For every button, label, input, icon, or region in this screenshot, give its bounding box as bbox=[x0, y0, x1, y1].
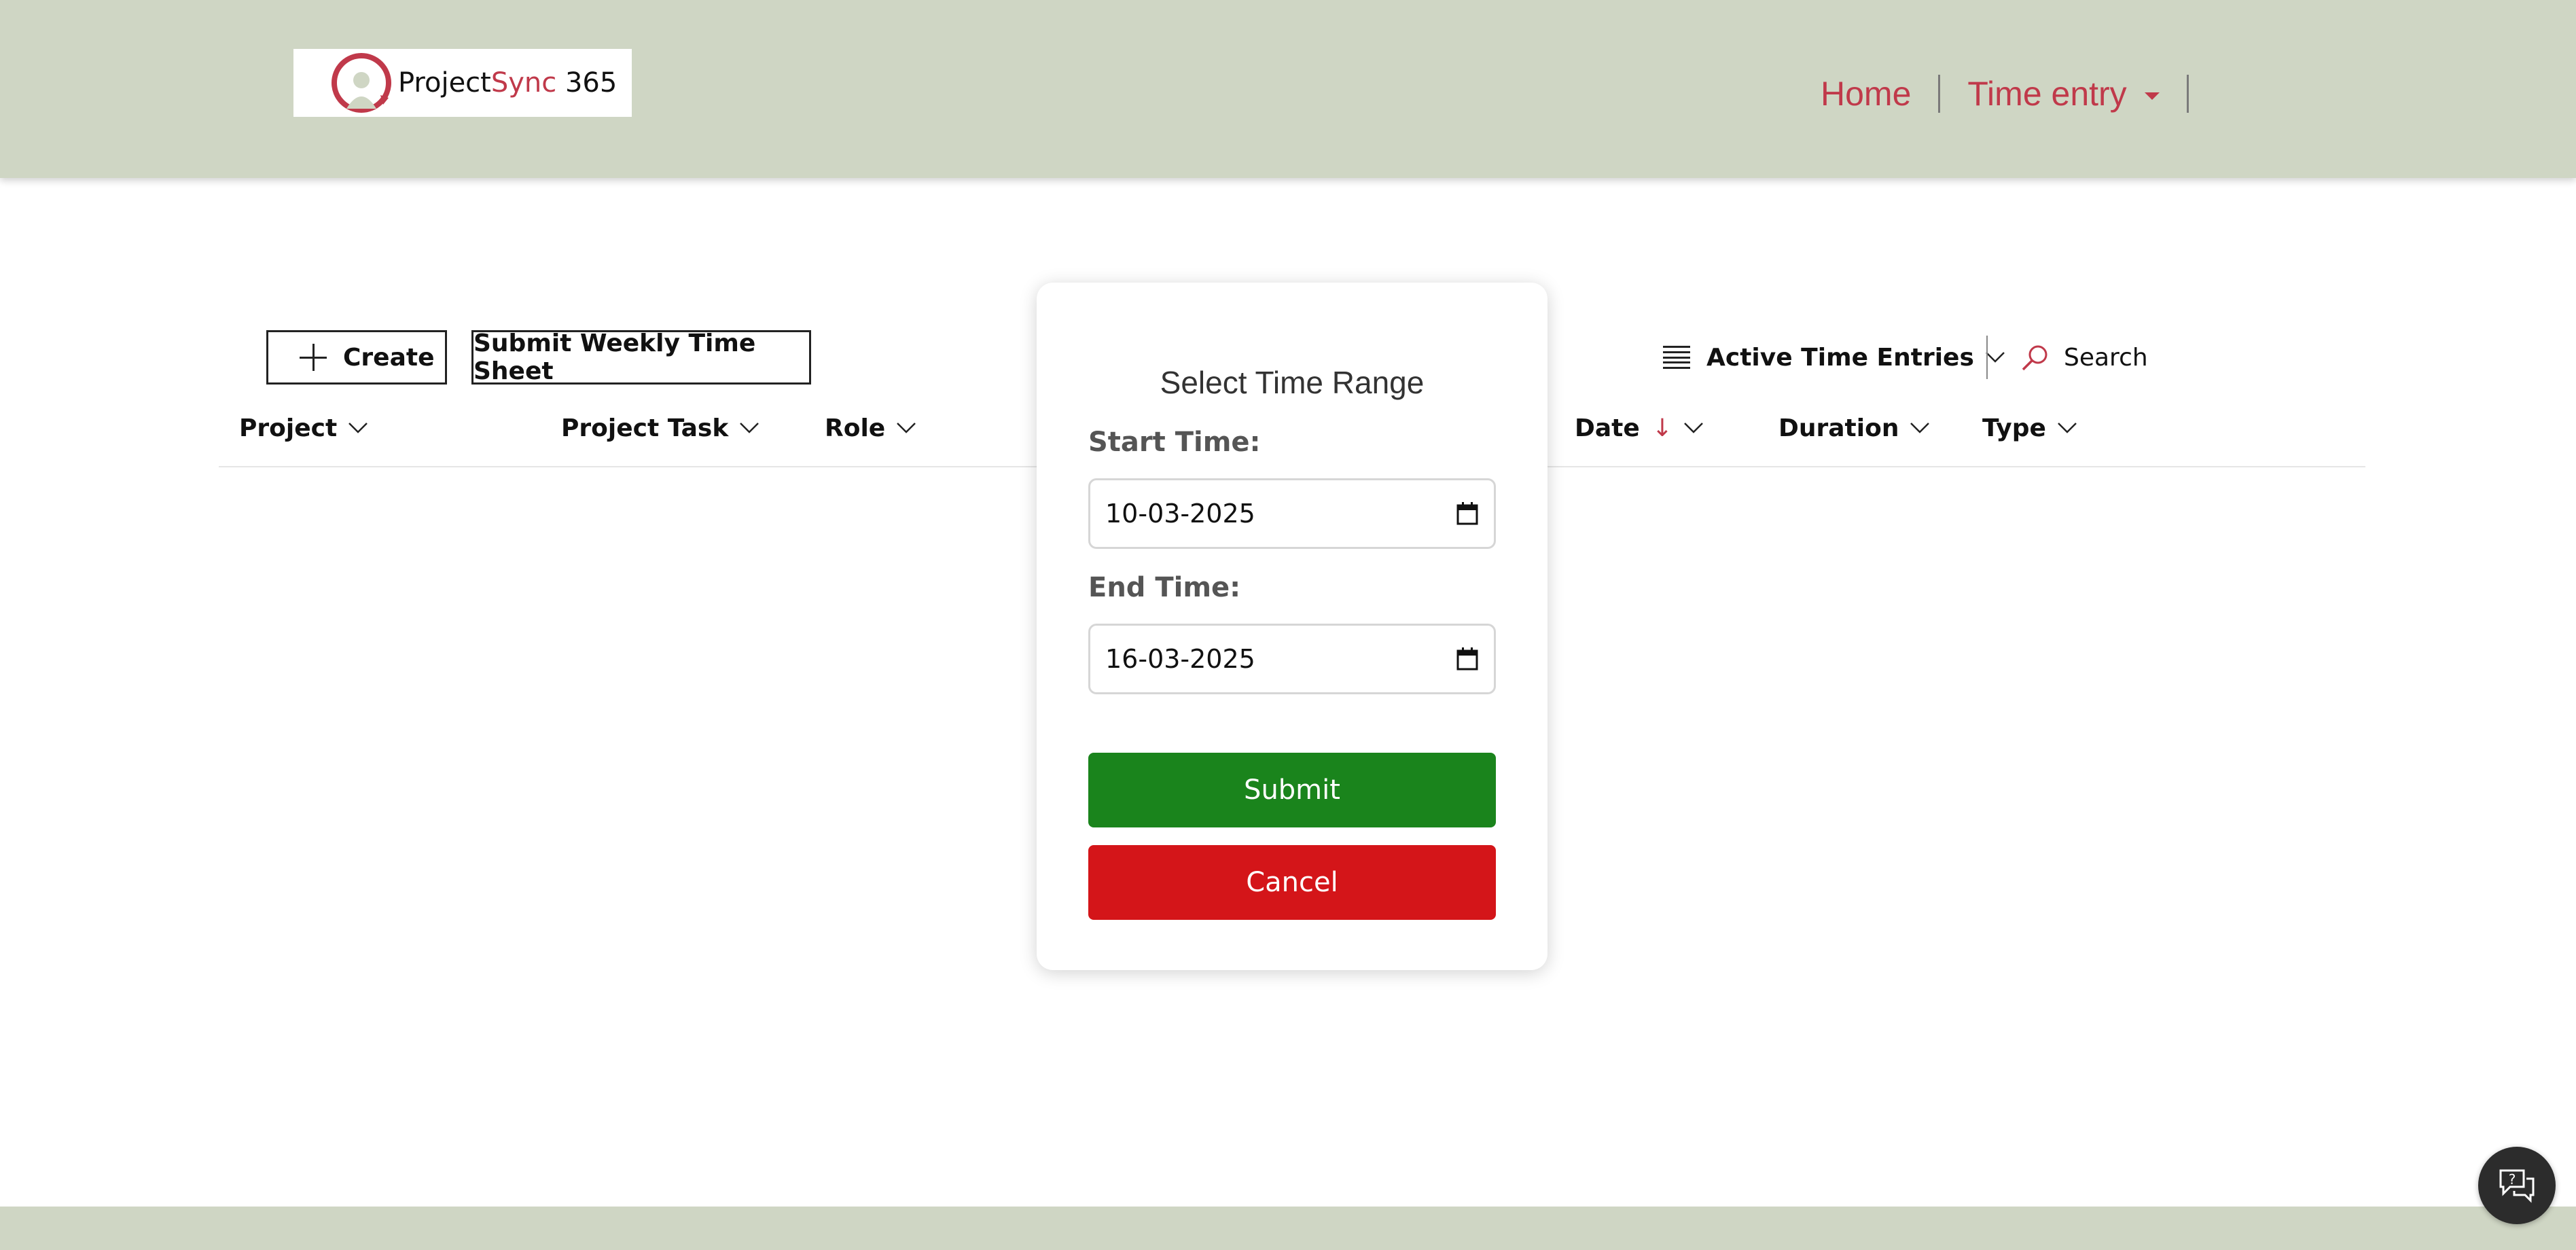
column-header-label: Project Task bbox=[561, 414, 729, 442]
column-header-date[interactable]: Date ↓ bbox=[1575, 408, 1704, 448]
column-header-duration[interactable]: Duration bbox=[1778, 408, 1930, 448]
column-header-type[interactable]: Type bbox=[1982, 408, 2077, 448]
submit-button[interactable]: Submit bbox=[1088, 753, 1496, 827]
brand-logo[interactable]: ProjectSync 365 bbox=[293, 49, 632, 117]
chevron-down-icon bbox=[2058, 423, 2077, 433]
stopwatch-user-icon bbox=[327, 49, 395, 117]
chevron-down-icon bbox=[348, 423, 368, 433]
column-header-label: Duration bbox=[1778, 414, 1899, 442]
view-selector[interactable]: Active Time Entries bbox=[1663, 337, 2005, 378]
submit-weekly-timesheet-button[interactable]: Submit Weekly Time Sheet bbox=[471, 329, 811, 385]
end-date-value: 16-03-2025 bbox=[1105, 644, 1255, 674]
main-nav: Home Time entry bbox=[1793, 68, 2189, 120]
column-header-project-task[interactable]: Project Task bbox=[561, 408, 759, 448]
svg-text:?: ? bbox=[2509, 1171, 2516, 1188]
nav-divider bbox=[2186, 75, 2189, 113]
end-date-input[interactable]: 16-03-2025 bbox=[1088, 624, 1496, 694]
help-chat-icon: ? bbox=[2499, 1169, 2535, 1203]
cancel-button[interactable]: Cancel bbox=[1088, 845, 1496, 920]
start-date-input[interactable]: 10-03-2025 bbox=[1088, 478, 1496, 549]
chevron-down-icon bbox=[1910, 423, 1930, 433]
column-header-project[interactable]: Project bbox=[239, 408, 368, 448]
calendar-icon[interactable] bbox=[1456, 647, 1479, 671]
footer-bar bbox=[0, 1207, 2576, 1250]
search-label: Search bbox=[2064, 343, 2148, 372]
time-range-dialog: Select Time Range Start Time: 10-03-2025… bbox=[1037, 283, 1548, 970]
column-header-label: Date bbox=[1575, 414, 1640, 442]
caret-down-icon bbox=[2144, 92, 2160, 100]
top-header: ProjectSync 365 Home Time entry bbox=[0, 0, 2576, 178]
nav-time-entry-label: Time entry bbox=[1967, 75, 2127, 113]
nav-time-entry[interactable]: Time entry bbox=[1940, 74, 2186, 113]
chevron-down-icon bbox=[1986, 352, 2005, 363]
list-lines-icon bbox=[1663, 346, 1690, 369]
column-header-label: Type bbox=[1982, 414, 2046, 442]
end-time-label: End Time: bbox=[1088, 572, 1241, 603]
start-time-label: Start Time: bbox=[1088, 427, 1261, 458]
view-selector-label: Active Time Entries bbox=[1706, 343, 1974, 372]
nav-home[interactable]: Home bbox=[1793, 74, 1938, 113]
toolbar-divider bbox=[1986, 336, 1988, 379]
plus-icon bbox=[300, 344, 327, 371]
dialog-title: Select Time Range bbox=[1160, 365, 1425, 400]
chevron-down-icon bbox=[1684, 423, 1703, 433]
chevron-down-icon bbox=[897, 423, 916, 433]
calendar-icon[interactable] bbox=[1456, 501, 1479, 526]
create-button[interactable]: Create bbox=[266, 330, 447, 385]
start-date-value: 10-03-2025 bbox=[1105, 499, 1255, 529]
help-chat-button[interactable]: ? bbox=[2478, 1147, 2556, 1224]
column-header-label: Role bbox=[825, 414, 886, 442]
chevron-down-icon bbox=[740, 423, 759, 433]
column-header-label: Project bbox=[239, 414, 338, 442]
brand-name: ProjectSync 365 bbox=[398, 67, 618, 99]
column-header-role[interactable]: Role bbox=[825, 408, 916, 448]
sort-descending-icon: ↓ bbox=[1651, 414, 1672, 442]
search-icon bbox=[2022, 345, 2047, 371]
create-button-label: Create bbox=[343, 343, 435, 372]
search-button[interactable]: Search bbox=[2020, 337, 2148, 378]
